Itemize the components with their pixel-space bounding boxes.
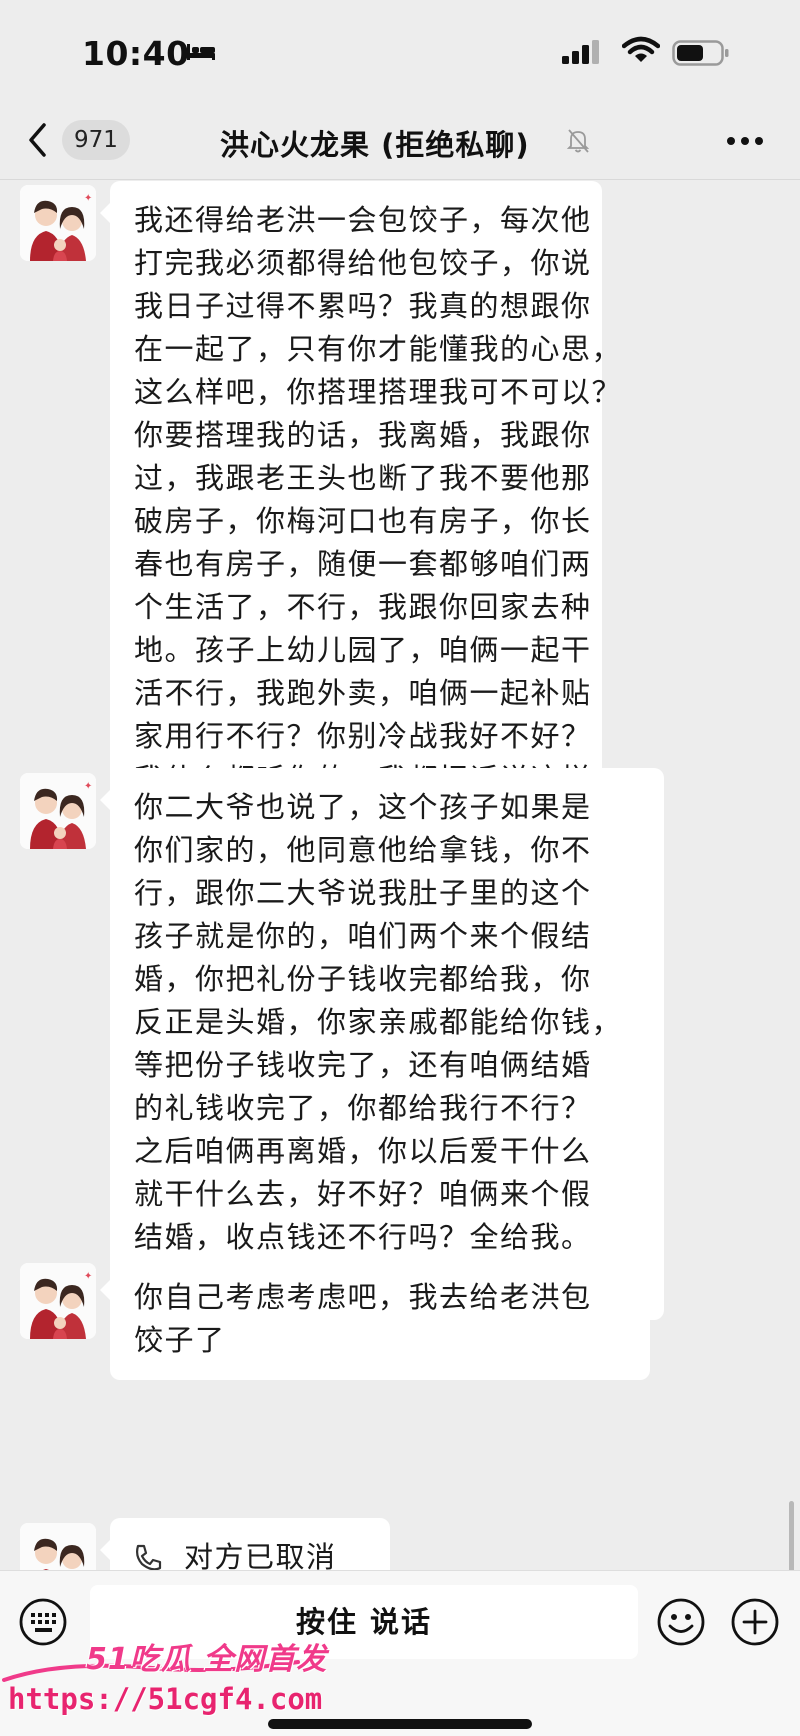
svg-text:✦: ✦ <box>84 193 92 204</box>
chevron-left-icon[interactable] <box>26 122 50 158</box>
status-time: 10:40 <box>82 34 190 73</box>
couple-avatar-icon: ✦ <box>20 1263 96 1339</box>
watermark-url: https://51cgf4.com <box>8 1682 323 1716</box>
message-line: 你们家的，他同意他给拿钱，你不 <box>134 833 592 867</box>
message-line: 就干什么去，好不好？咱俩来个假 <box>134 1177 592 1211</box>
message-bubble[interactable]: 你二大爷也说了，这个孩子如果是 你们家的，他同意他给拿钱，你不 行，跟你二大爷说我肚… <box>100 768 664 1320</box>
battery-icon <box>672 40 729 66</box>
call-record-bubble[interactable]: 对方已取消 <box>100 1518 390 1570</box>
message-line: 春也有房子，随便一套都够咱们两 <box>134 547 592 581</box>
message-text: 我还得给老洪一会包饺子，每次他 打完我必须都得给他包饺子，你说 我日子过得不累吗？我… <box>134 199 623 844</box>
message-line: 个生活了，不行，我跟你回家去种 <box>134 590 592 624</box>
message-line: 结婚，收点钱还不行吗？全给我。 <box>134 1220 592 1254</box>
unread-count-badge[interactable]: 971 <box>62 120 130 160</box>
message-line: 你二大爷也说了，这个孩子如果是 <box>134 790 592 824</box>
message-line: 你自己考虑考虑吧，我去给老洪包 <box>134 1280 592 1314</box>
message-line: 家用行不行？你别冷战我好不好？ <box>134 719 592 753</box>
message-line: 饺子了 <box>134 1323 226 1357</box>
emoji-icon[interactable] <box>656 1597 706 1647</box>
avatar[interactable] <box>20 1523 96 1570</box>
status-bar: 10:40 <box>0 0 800 100</box>
more-dots-icon[interactable] <box>726 136 764 146</box>
watermark-logo: 51吃瓜 全网首发 <box>86 1642 328 1677</box>
message-text: 你自己考虑考虑吧，我去给老洪包 饺子了 <box>134 1276 628 1362</box>
message-line: 反正是头婚，你家亲戚都能给你钱， <box>134 1005 623 1039</box>
message-line: 你要搭理我的话，我离婚，我跟你 <box>134 418 592 452</box>
wifi-icon <box>622 36 660 62</box>
message-line: 活不行，我跑外卖，咱俩一起补贴 <box>134 676 592 710</box>
message-bubble[interactable]: 你自己考虑考虑吧，我去给老洪包 饺子了 <box>100 1258 650 1380</box>
signal-icon <box>562 40 599 64</box>
message-line: 我还得给老洪一会包饺子，每次他 <box>134 203 592 237</box>
avatar[interactable]: ✦ <box>20 773 96 849</box>
message-line: 婚，你把礼份子钱收完都给我，你 <box>134 962 592 996</box>
call-status-text: 对方已取消 <box>184 1540 337 1570</box>
couple-avatar-icon: ✦ <box>20 185 96 261</box>
message-line: 行，跟你二大爷说我肚子里的这个 <box>134 876 592 910</box>
message-line: 之后咱俩再离婚，你以后爱干什么 <box>134 1134 592 1168</box>
chat-title: 洪心火龙果 (拒绝私聊) <box>220 128 530 162</box>
message-line: 破房子，你梅河口也有房子，你长 <box>134 504 592 538</box>
message-line: 等把份子钱收完了，还有咱俩结婚 <box>134 1048 592 1082</box>
message-text: 你二大爷也说了，这个孩子如果是 你们家的，他同意他给拿钱，你不 行，跟你二大爷说我肚… <box>134 786 642 1302</box>
svg-text:✦: ✦ <box>84 781 92 792</box>
message-line: 我日子过得不累吗？我真的想跟你 <box>134 289 592 323</box>
couple-avatar-icon <box>20 1523 96 1570</box>
svg-text:✦: ✦ <box>84 1271 92 1282</box>
avatar[interactable]: ✦ <box>20 1263 96 1339</box>
message-line: 地。孩子上幼儿园了，咱俩一起干 <box>134 633 592 667</box>
message-line: 在一起了，只有你才能懂我的心思， <box>134 332 623 366</box>
chat-header: 971 洪心火龙果 (拒绝私聊) <box>0 100 800 180</box>
message-bubble[interactable]: 我还得给老洪一会包饺子，每次他 打完我必须都得给他包饺子，你说 我日子过得不累吗？我… <box>100 181 623 862</box>
message-line: 打完我必须都得给他包饺子，你说 <box>134 246 592 280</box>
bed-icon <box>187 44 215 60</box>
keyboard-icon[interactable] <box>18 1597 68 1647</box>
scrollbar[interactable] <box>789 1501 794 1570</box>
home-indicator <box>268 1719 532 1729</box>
bell-off-icon <box>566 129 590 153</box>
message-line: 孩子就是你的，咱们两个来个假结 <box>134 919 592 953</box>
message-line: 的礼钱收完了，你都给我行不行？ <box>134 1091 592 1125</box>
plus-circle-icon[interactable] <box>730 1597 780 1647</box>
message-line: 这么样吧，你搭理搭理我可不可以？ <box>134 375 623 409</box>
message-line: 过，我跟老王头也断了我不要他那 <box>134 461 592 495</box>
message-list[interactable]: ✦ 我还得给老洪一会包饺子，每次他 打完我必须都得给他包饺子，你说 我日子过得不累吗… <box>0 181 800 1570</box>
couple-avatar-icon: ✦ <box>20 773 96 849</box>
phone-icon <box>136 1544 162 1570</box>
avatar[interactable]: ✦ <box>20 185 96 261</box>
